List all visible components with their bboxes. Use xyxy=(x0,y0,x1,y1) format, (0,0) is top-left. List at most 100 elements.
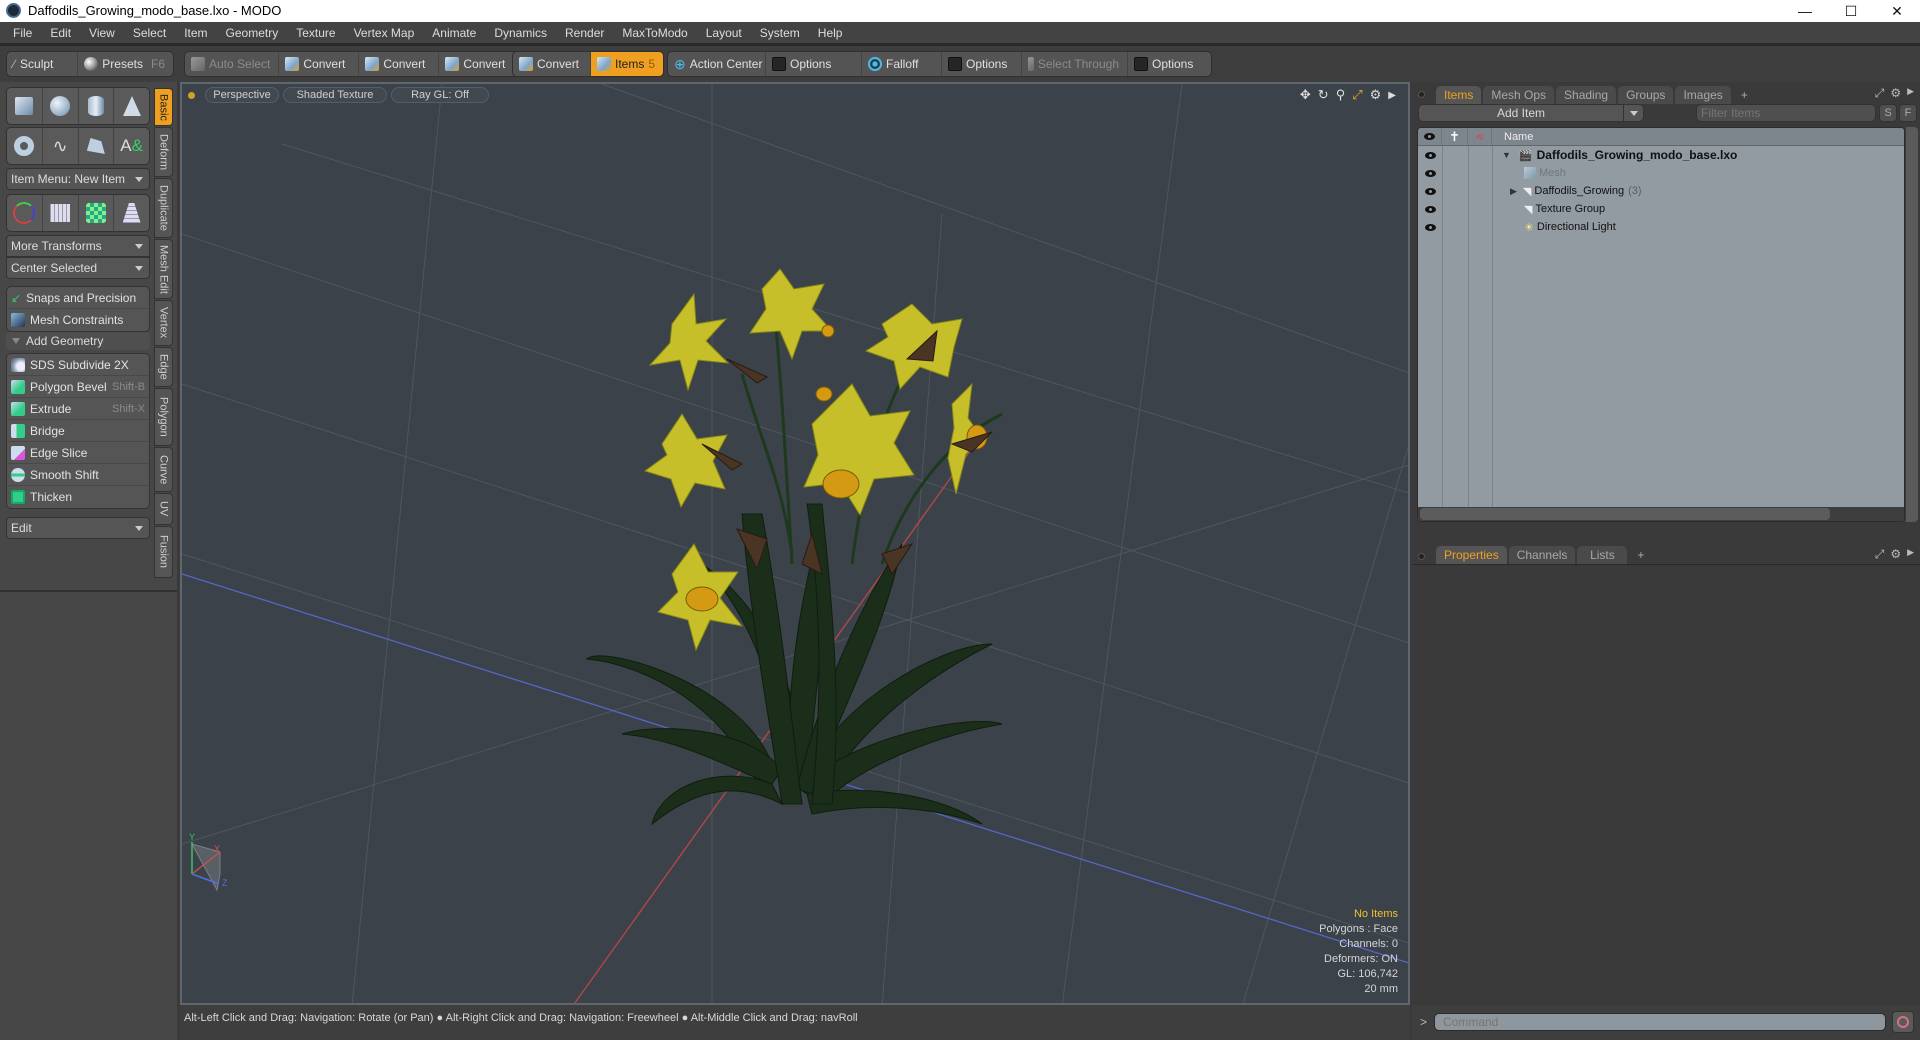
menu-dynamics[interactable]: Dynamics xyxy=(485,26,556,40)
convert-edges-button[interactable]: Convert xyxy=(359,52,440,76)
lattice-tool[interactable] xyxy=(43,195,79,231)
tree-row-daffodils-growing[interactable]: ▶ ◥ Daffodils_Growing (3) xyxy=(1418,182,1904,200)
menu-help[interactable]: Help xyxy=(809,26,852,40)
polygon-bevel-button[interactable]: Polygon Bevel Shift-B xyxy=(7,376,149,398)
pen-tool[interactable] xyxy=(79,128,115,164)
tab-shading[interactable]: Shading xyxy=(1556,86,1617,104)
visibility-toggle[interactable] xyxy=(1418,200,1442,218)
more-transforms-dropdown[interactable]: More Transforms xyxy=(6,235,150,257)
auto-select-button[interactable]: Auto Select xyxy=(185,52,280,76)
fit-view-icon[interactable]: ⤢ xyxy=(1352,87,1362,103)
rotate-icon[interactable]: ↻ xyxy=(1318,87,1329,103)
tab-basic[interactable]: Basic xyxy=(154,88,173,126)
visibility-toggle[interactable] xyxy=(1418,146,1442,164)
presets-button[interactable]: Presets F6 xyxy=(78,52,173,76)
menu-geometry[interactable]: Geometry xyxy=(217,26,288,40)
maximize-panel-icon[interactable]: ⤢ xyxy=(1875,547,1885,562)
cylinder-tool[interactable] xyxy=(79,88,115,124)
tab-groups[interactable]: Groups xyxy=(1618,86,1674,104)
daffodil-model[interactable] xyxy=(585,268,1003,826)
view-type-button[interactable]: Perspective xyxy=(205,87,279,103)
items-mode-button[interactable]: Items 5 xyxy=(591,52,663,76)
thicken-button[interactable]: Thicken xyxy=(7,486,149,508)
panel-arrow-icon[interactable]: ▶ xyxy=(1907,86,1914,101)
tab-uv[interactable]: UV xyxy=(154,493,173,525)
lock-column-header[interactable]: ✝ xyxy=(1442,128,1468,145)
menu-animate[interactable]: Animate xyxy=(423,26,485,40)
tree-row-mesh[interactable]: Mesh xyxy=(1418,164,1904,182)
tab-mesh-ops[interactable]: Mesh Ops xyxy=(1483,86,1555,104)
record-button[interactable] xyxy=(1892,1011,1914,1033)
spiral-tool[interactable]: ∿ xyxy=(43,128,79,164)
menu-render[interactable]: Render xyxy=(556,26,613,40)
axis-column-header[interactable]: ⋖ xyxy=(1468,128,1492,145)
add-tab-button[interactable]: + xyxy=(1629,546,1652,564)
shading-mode-button[interactable]: Shaded Texture xyxy=(283,87,387,103)
snaps-precision-button[interactable]: ↙ Snaps and Precision xyxy=(7,287,149,309)
add-item-dropdown[interactable]: Add Item xyxy=(1418,104,1644,122)
select-through-options-button[interactable]: Options xyxy=(1128,52,1201,76)
sds-subdivide-button[interactable]: SDS Subdivide 2X xyxy=(7,354,149,376)
menu-view[interactable]: View xyxy=(80,26,124,40)
convert-materials-button[interactable]: Convert xyxy=(513,52,591,76)
horizontal-scrollbar[interactable] xyxy=(1418,507,1904,521)
tab-deform[interactable]: Deform xyxy=(154,127,173,177)
menu-maxtomodo[interactable]: MaxToModo xyxy=(613,26,696,40)
falloff-options-button[interactable]: Options xyxy=(942,52,1022,76)
visibility-toggle[interactable] xyxy=(1418,182,1442,200)
tab-images[interactable]: Images xyxy=(1675,86,1731,104)
convert-polygons-button[interactable]: Convert xyxy=(439,52,513,76)
maximize-panel-icon[interactable]: ⤢ xyxy=(1875,86,1885,101)
scrollbar-thumb[interactable] xyxy=(1420,508,1830,520)
tree-row-scene[interactable]: ▼ 🎬 Daffodils_Growing_modo_base.lxo xyxy=(1418,146,1904,164)
filter-s-button[interactable]: S xyxy=(1879,104,1897,122)
text-tool[interactable]: A& xyxy=(114,128,149,164)
menu-file[interactable]: File xyxy=(4,26,41,40)
tab-items[interactable]: Items xyxy=(1436,86,1482,104)
name-column-header[interactable]: Name xyxy=(1492,128,1533,145)
tab-fusion[interactable]: Fusion xyxy=(154,526,173,578)
convert-vertices-button[interactable]: Convert xyxy=(279,52,360,76)
cone-tool[interactable] xyxy=(114,88,149,124)
sphere-tool[interactable] xyxy=(43,88,79,124)
mesh-constraints-button[interactable]: Mesh Constraints xyxy=(7,309,149,331)
maximize-button[interactable]: ☐ xyxy=(1828,0,1874,22)
panel-arrow-icon[interactable]: ▶ xyxy=(1907,547,1914,562)
center-selected-dropdown[interactable]: Center Selected xyxy=(6,257,150,279)
menu-vertex-map[interactable]: Vertex Map xyxy=(345,26,424,40)
visibility-toggle[interactable] xyxy=(1418,164,1442,182)
tab-mesh-edit[interactable]: Mesh Edit xyxy=(154,239,173,299)
tab-lists[interactable]: Lists xyxy=(1577,546,1628,564)
menu-item[interactable]: Item xyxy=(175,26,216,40)
menu-edit[interactable]: Edit xyxy=(41,26,80,40)
add-tab-button[interactable]: + xyxy=(1733,86,1756,104)
minimize-button[interactable]: — xyxy=(1782,0,1828,22)
pan-icon[interactable]: ✥ xyxy=(1300,87,1311,103)
sculpt-button[interactable]: ∕ Sculpt xyxy=(7,52,79,76)
tab-properties[interactable]: Properties xyxy=(1436,546,1507,564)
viewport-menu-dot[interactable] xyxy=(188,91,195,99)
tab-duplicate[interactable]: Duplicate xyxy=(154,178,173,238)
bridge-button[interactable]: Bridge xyxy=(7,420,149,442)
cube-tool[interactable] xyxy=(7,88,43,124)
visibility-column-header[interactable] xyxy=(1418,128,1442,145)
viewport-gear-icon[interactable]: ⚙ xyxy=(1370,87,1382,103)
expand-arrow-icon[interactable]: ▶ xyxy=(1388,90,1396,101)
filter-items-input[interactable] xyxy=(1696,104,1876,122)
bend-tool[interactable] xyxy=(79,195,115,231)
smooth-shift-button[interactable]: Smooth Shift xyxy=(7,464,149,486)
raygl-button[interactable]: Ray GL: Off xyxy=(391,87,489,103)
expand-triangle-icon[interactable]: ▶ xyxy=(1510,186,1517,197)
tree-row-texture-group[interactable]: ◥ Texture Group xyxy=(1418,200,1904,218)
menu-layout[interactable]: Layout xyxy=(697,26,751,40)
visibility-toggle[interactable] xyxy=(1418,218,1442,236)
select-through-button[interactable]: Select Through xyxy=(1022,52,1128,76)
vertical-scrollbar[interactable] xyxy=(1906,127,1918,522)
tab-curve[interactable]: Curve xyxy=(154,447,173,492)
menu-texture[interactable]: Texture xyxy=(287,26,344,40)
panel-gear-icon[interactable]: ⚙ xyxy=(1890,86,1901,101)
item-menu-dropdown[interactable]: Item Menu: New Item xyxy=(6,168,150,190)
expand-triangle-icon[interactable]: ▼ xyxy=(1502,150,1511,160)
tab-edge[interactable]: Edge xyxy=(154,347,173,387)
tab-channels[interactable]: Channels xyxy=(1508,546,1576,564)
